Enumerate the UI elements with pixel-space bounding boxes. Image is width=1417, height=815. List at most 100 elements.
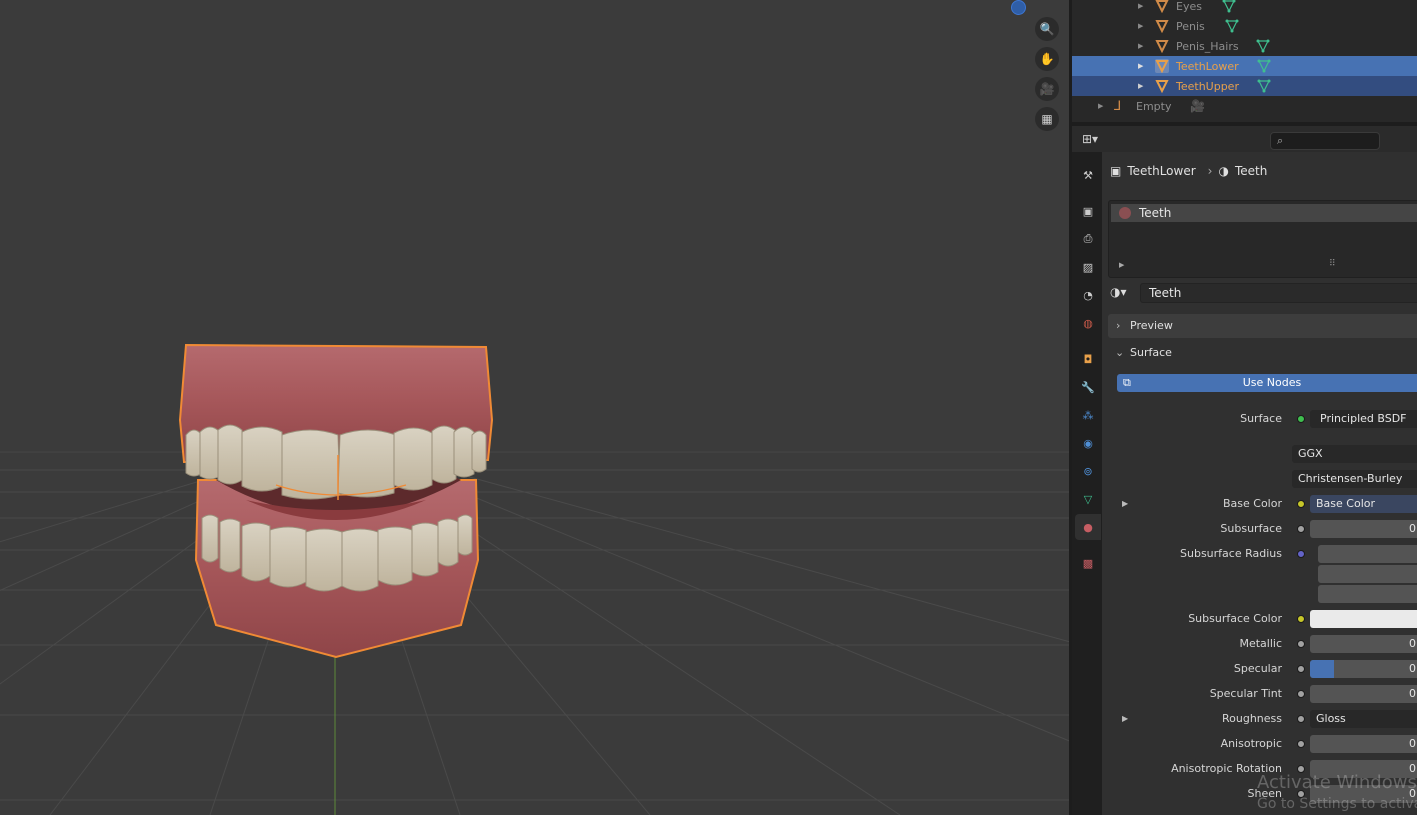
breadcrumb: ▣ TeethLower › ◑ Teeth [1110,164,1267,178]
mesh-data-icon[interactable] [1222,0,1236,13]
expand-arrow-icon[interactable]: ▶ [1098,102,1103,110]
outliner-item-label: Empty [1136,99,1172,113]
subsurface-row: Subsurface 0 [1102,519,1417,539]
mesh-data-tab-icon[interactable]: ▽ [1075,486,1101,512]
subsurface-method-row: Christensen-Burley [1102,469,1417,489]
expand-arrow-icon[interactable]: ▶ [1138,62,1143,70]
render-tab-icon[interactable]: ▣ [1075,198,1101,224]
anisotropic-row: Anisotropic 0 [1102,734,1417,754]
value-socket-icon[interactable] [1297,525,1305,533]
subsurface-color-swatch[interactable] [1310,610,1417,628]
subsurface-method-select[interactable]: Christensen-Burley [1292,470,1417,488]
expand-arrow-icon[interactable]: ▶ [1122,709,1128,729]
tool-tab-icon[interactable]: ⚒ [1075,162,1101,188]
perspective-grid-icon[interactable]: ▦ [1035,107,1059,131]
subsurface-radius-z[interactable]: 0 [1318,585,1417,603]
material-tab-icon[interactable]: ● [1075,514,1101,540]
subsurface-radius-x[interactable]: 1 [1318,545,1417,563]
chevron-down-icon: ⌄ [1115,346,1125,359]
material-name-field[interactable]: Teeth [1140,283,1417,303]
outliner-item-label: Eyes [1176,0,1202,13]
mesh-data-icon[interactable] [1257,79,1271,93]
output-tab-icon[interactable]: ⎙ [1075,226,1101,252]
pan-hand-icon[interactable]: ✋ [1035,47,1059,71]
color-socket-icon[interactable] [1297,615,1305,623]
outliner-item-eyes[interactable]: ▶ Eyes [1072,0,1417,16]
scene-tab-icon[interactable]: ◔ [1075,282,1101,308]
prop-label: Subsurface Color [1188,612,1282,625]
value-socket-icon[interactable] [1297,740,1305,748]
use-nodes-button[interactable]: ⧉ Use Nodes [1117,374,1417,392]
resize-grip-icon[interactable]: ⠿ [1329,259,1336,269]
outliner[interactable]: ▶ Eyes ▶ Penis ▶ Penis_Hairs ▶ TeethLowe… [1072,0,1417,122]
mesh-object-icon [1155,20,1169,33]
material-slot-item[interactable]: Teeth [1111,204,1417,222]
value-text: Principled BSDF [1320,412,1407,425]
base-color-row: ▶ Base Color Base Color [1102,494,1417,514]
constraints-tab-icon[interactable]: ⊚ [1075,458,1101,484]
camera-view-icon[interactable]: 🎥 [1035,77,1059,101]
blender-window: 🔍 ✋ 🎥 ▦ ▶ Eyes ▶ Penis ▶ Penis_Hairs ▶ T… [0,0,1417,815]
texture-tab-icon[interactable]: ▩ [1075,550,1101,576]
value-socket-icon[interactable] [1297,640,1305,648]
breadcrumb-object: TeethLower [1127,164,1196,178]
expand-arrow-icon[interactable]: ▶ [1138,22,1143,30]
value-socket-icon[interactable] [1297,665,1305,673]
3d-viewport[interactable]: 🔍 ✋ 🎥 ▦ [0,0,1069,815]
mesh-object-icon [1155,0,1169,13]
expand-arrow-icon[interactable]: ▶ [1138,42,1143,50]
color-socket-icon[interactable] [1297,500,1305,508]
preview-panel-header[interactable]: › Preview [1108,314,1417,338]
properties-tabs: ⚒ ▣ ⎙ ▨ ◔ ◍ ◘ 🔧 ⁂ ◉ ⊚ ▽ ● ▩ [1072,152,1102,815]
zoom-icon[interactable]: 🔍 [1035,17,1059,41]
browse-material-icon[interactable]: ◑▾ [1110,285,1127,299]
material-slot-list[interactable]: Teeth ▶ ⠿ [1108,200,1417,278]
shader-socket-icon[interactable] [1297,415,1305,423]
outliner-item-teethlower[interactable]: ▶ TeethLower [1072,56,1417,76]
value-socket-icon[interactable] [1297,690,1305,698]
expand-arrow-icon[interactable]: ▶ [1119,261,1124,269]
world-tab-icon[interactable]: ◍ [1075,310,1101,336]
modifier-wrench-icon[interactable]: 🔧 [1075,374,1101,400]
navigation-axis-z-dot[interactable] [1011,0,1026,15]
particles-tab-icon[interactable]: ⁂ [1075,402,1101,428]
editor-type-selector[interactable]: ⊞▾ [1082,132,1112,150]
view-layer-tab-icon[interactable]: ▨ [1075,254,1101,280]
outliner-item-label: TeethUpper [1176,79,1239,93]
mesh-data-icon[interactable] [1256,39,1270,53]
surface-shader-select[interactable]: Principled BSDF [1310,410,1417,428]
specular-tint-field[interactable]: 0 [1310,685,1417,703]
mesh-data-icon[interactable] [1225,19,1239,33]
value-socket-icon[interactable] [1297,715,1305,723]
mesh-data-icon[interactable] [1257,59,1271,73]
subsurface-radius-row: Subsurface Radius 1 [1102,544,1417,564]
subsurface-field[interactable]: 0 [1310,520,1417,538]
metallic-field[interactable]: 0 [1310,635,1417,653]
outliner-item-label: Penis_Hairs [1176,39,1239,53]
properties-search-input[interactable]: ⌕ [1270,132,1380,150]
subsurface-radius-y[interactable]: 0 [1318,565,1417,583]
activate-windows-watermark: Activate Windows [1257,772,1417,793]
camera-data-icon[interactable]: 🎥 [1190,99,1205,113]
prop-label: Subsurface Radius [1180,547,1282,560]
anisotropic-field[interactable]: 0 [1310,735,1417,753]
specular-field[interactable]: 0 [1310,660,1417,678]
teeth-model[interactable] [176,340,496,660]
outliner-item-penis-hairs[interactable]: ▶ Penis_Hairs [1072,36,1417,56]
outliner-item-teethupper[interactable]: ▶ TeethUpper [1072,76,1417,96]
outliner-item-penis[interactable]: ▶ Penis [1072,16,1417,36]
expand-arrow-icon[interactable]: ▶ [1138,82,1143,90]
expand-arrow-icon[interactable]: ▶ [1122,494,1128,514]
surface-panel-header[interactable]: ⌄ Surface [1108,341,1417,365]
roughness-link[interactable]: Gloss [1310,710,1417,728]
outliner-item-empty[interactable]: ▶ ⅃ Empty 🎥 [1072,96,1417,116]
expand-arrow-icon[interactable]: ▶ [1138,2,1143,10]
object-tab-icon[interactable]: ◘ [1075,346,1101,372]
prop-label: Subsurface [1220,522,1282,535]
base-color-link[interactable]: Base Color [1310,495,1417,513]
value-text: Christensen-Burley [1298,472,1403,485]
distribution-select[interactable]: GGX [1292,445,1417,463]
metallic-row: Metallic 0 [1102,634,1417,654]
vector-socket-icon[interactable] [1297,550,1305,558]
physics-tab-icon[interactable]: ◉ [1075,430,1101,456]
